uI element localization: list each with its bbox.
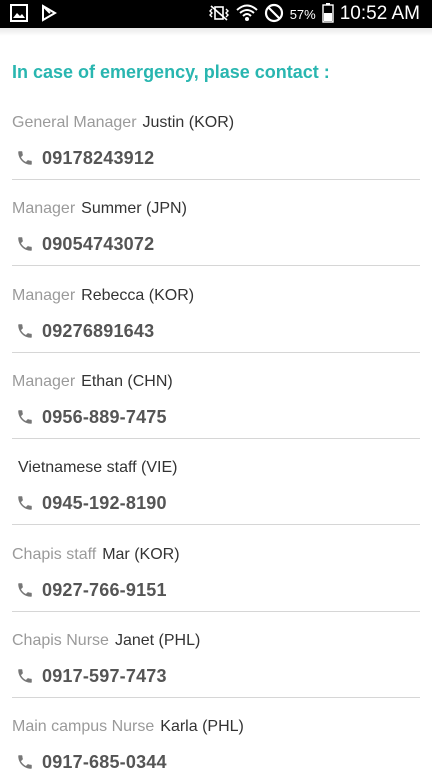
battery-icon [322,2,334,26]
phone-icon [18,410,32,424]
contact-name: Mar (KOR) [102,546,180,563]
contact-role: Manager [12,373,76,390]
image-notification-icon [10,4,28,27]
phone-link[interactable]: 0945-192-8190 [12,491,420,515]
divider [12,179,420,180]
phone-link[interactable]: 0927-766-9151 [12,578,420,602]
phone-number[interactable]: 0945-192-8190 [42,493,167,514]
contact-name: Justin (KOR) [142,114,235,131]
contact-name: Rebecca (KOR) [81,287,195,304]
do-not-disturb-icon [264,3,284,26]
contact-role: Manager [12,287,76,304]
phone-icon [18,755,32,769]
toolbar-shadow [0,28,432,36]
contact-name: Janet (PHL) [114,632,201,649]
page-title: In case of emergency, plase contact : [12,62,330,82]
vibrate-mute-icon [208,4,230,25]
phone-number[interactable]: 0927-766-9151 [42,580,167,601]
phone-icon [18,237,32,251]
contact-role: Chapis Nurse [12,632,109,649]
divider [12,438,420,439]
phone-link[interactable]: 09178243912 [12,146,420,170]
phone-number[interactable]: 09178243912 [42,148,154,169]
contact-role: Manager [12,200,76,217]
contact-item: Manager Ethan (CHN) 0956-889-7475 [12,373,420,429]
contact-item: Manager Rebecca (KOR) 09276891643 [12,287,420,343]
contact-item: Vietnamese staff (VIE) 0945-192-8190 [12,459,420,515]
contact-item: Manager Summer (JPN) 09054743072 [12,200,420,256]
phone-icon [18,324,32,338]
divider [12,611,420,612]
contact-item: Chapis Nurse Janet (PHL) 0917-597-7473 [12,632,420,688]
phone-icon [18,583,32,597]
contact-name: Vietnamese staff (VIE) [18,459,178,476]
phone-link[interactable]: 0917-685-0344 [12,750,420,774]
phone-number[interactable]: 0917-597-7473 [42,666,167,687]
phone-icon [18,496,32,510]
status-bar: 57% 10:52 AM [0,0,432,28]
play-store-notification-icon [40,4,58,27]
contact-role: Chapis staff [12,546,97,563]
contact-item: Main campus Nurse Karla (PHL) 0917-685-03… [12,718,420,774]
phone-link[interactable]: 0956-889-7475 [12,405,420,429]
phone-link[interactable]: 09276891643 [12,319,420,343]
contact-role: General Manager [12,114,137,131]
phone-link[interactable]: 0917-597-7473 [12,664,420,688]
phone-number[interactable]: 09276891643 [42,321,154,342]
contact-item: Chapis staff Mar (KOR) 0927-766-9151 [12,546,420,602]
contact-name: Karla (PHL) [160,718,244,735]
contact-name: Summer (JPN) [81,200,187,217]
divider [12,352,420,353]
phone-link[interactable]: 09054743072 [12,232,420,256]
phone-number[interactable]: 09054743072 [42,234,154,255]
divider [12,524,420,525]
divider [12,265,420,266]
contact-role: Main campus Nurse [12,718,155,735]
battery-percentage: 57% [289,6,316,22]
clock: 10:52 AM [339,3,420,24]
divider [12,697,420,698]
wifi-icon [236,3,258,26]
contact-item: General Manager Justin (KOR) 09178243912 [12,114,420,170]
phone-icon [18,151,32,165]
phone-icon [18,669,32,683]
phone-number[interactable]: 0956-889-7475 [42,407,167,428]
contact-name: Ethan (CHN) [81,373,173,390]
phone-number[interactable]: 0917-685-0344 [42,752,167,773]
